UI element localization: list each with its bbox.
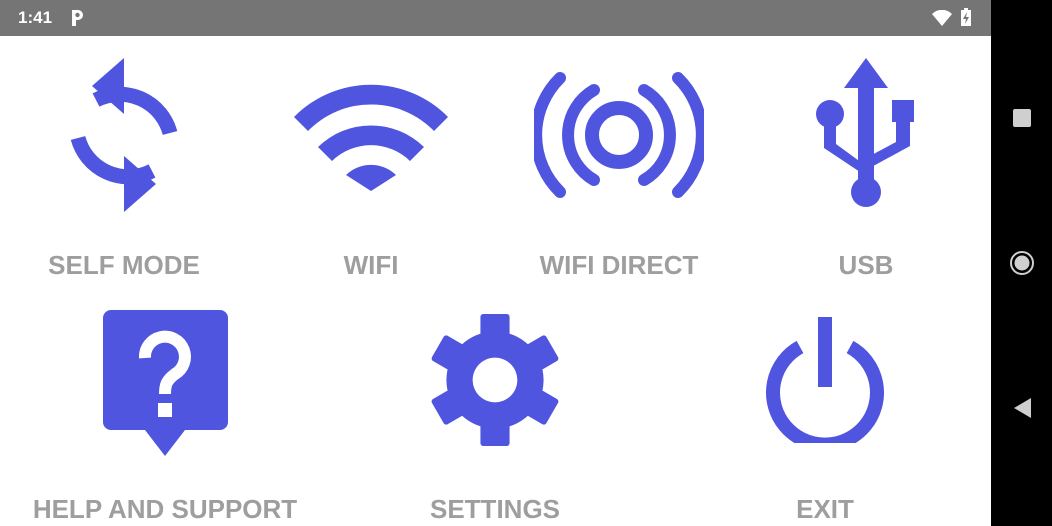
gear-icon [431,313,559,447]
self-mode-label: SELF MODE [48,250,200,280]
wifi-direct-label: WIFI DIRECT [539,250,699,280]
help-and-support-label: HELP AND SUPPORT [32,494,298,524]
back-button[interactable] [991,388,1052,428]
wifi-label: WIFI [343,250,399,280]
p-icon [70,9,84,32]
broadcast-icon [534,72,704,198]
status-time: 1:41 [18,8,53,27]
sync-icon [70,58,178,212]
navigation-bar [991,0,1052,526]
wifi-signal-icon [932,9,952,31]
power-icon [766,317,884,443]
square-icon [1012,109,1031,127]
recents-button[interactable] [991,98,1052,138]
status-bar: 1:41 [0,0,991,36]
usb-icon [816,58,914,207]
exit-label: EXIT [796,494,854,524]
settings-label: SETTINGS [429,494,561,524]
battery-charging-icon [961,8,971,31]
triangle-back-icon [1013,398,1031,418]
help-icon [103,310,228,456]
usb-label: USB [838,250,894,280]
wifi-icon [294,84,448,191]
circle-icon [1009,251,1034,275]
main-menu: SELF MODE WIFI WIFI DIRECT USB HELP AND … [0,36,991,526]
home-button[interactable] [991,243,1052,283]
